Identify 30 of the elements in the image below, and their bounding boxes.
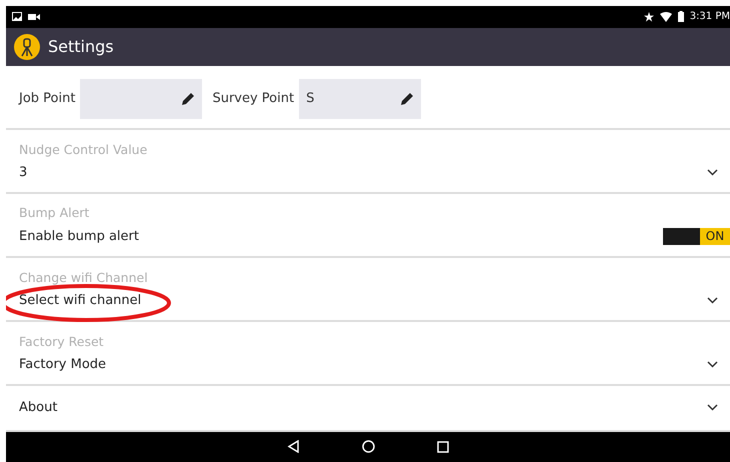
chevron-down-icon[interactable]	[707, 168, 718, 176]
dropdown-value[interactable]: 3	[19, 164, 28, 180]
toggle-switch[interactable]: ON	[663, 228, 730, 245]
pencil-icon	[181, 92, 196, 106]
pencil-icon	[400, 92, 414, 106]
clock-time: 3:31 PM	[690, 11, 730, 22]
recents-icon[interactable]	[437, 440, 449, 453]
image-icon	[12, 12, 22, 22]
wifi-icon	[660, 12, 672, 22]
input-field[interactable]	[80, 78, 202, 119]
section-label: Bump Alert	[19, 204, 90, 220]
back-icon[interactable]	[287, 440, 300, 454]
input-field[interactable]: S	[299, 78, 422, 119]
surveyor-logo-icon	[14, 34, 40, 60]
setting-text: Enable bump alert	[19, 228, 139, 244]
battery-icon	[678, 11, 684, 22]
section-label: Factory Reset	[19, 334, 105, 349]
section-label: Change wifi Channel	[19, 270, 149, 285]
camera-icon	[28, 12, 40, 21]
field-label: Survey Point	[212, 91, 294, 106]
star-icon	[644, 12, 654, 22]
dropdown-value[interactable]: About	[19, 400, 58, 416]
app-title: Settings	[48, 37, 114, 56]
field-label: Job Point	[19, 91, 76, 106]
section-label: Nudge Control Value	[19, 142, 148, 157]
home-icon[interactable]	[362, 440, 375, 454]
dropdown-value[interactable]: Factory Mode	[19, 356, 106, 372]
chevron-down-icon[interactable]	[707, 360, 718, 368]
chevron-down-icon[interactable]	[707, 296, 718, 304]
chevron-down-icon[interactable]	[707, 404, 718, 412]
